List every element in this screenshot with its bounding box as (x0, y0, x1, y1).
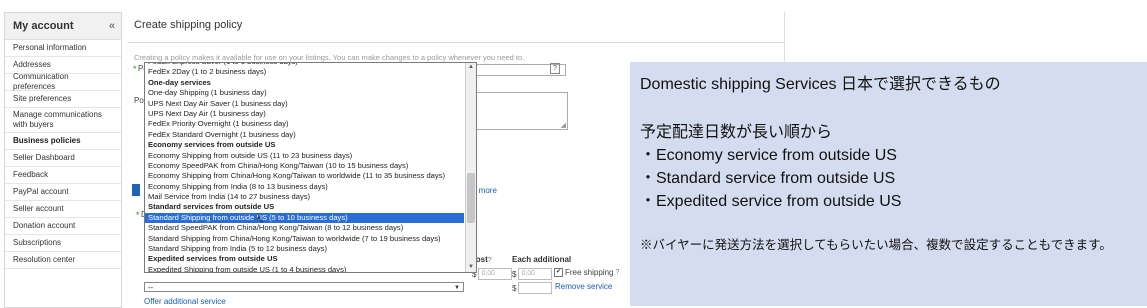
dropdown-option[interactable]: FedEx Priority Overnight (1 business day… (145, 119, 464, 129)
required-star: * (133, 64, 137, 74)
sidebar-item[interactable]: Personal information (5, 40, 121, 57)
dropdown-option[interactable]: FedEx Standard Overnight (1 business day… (145, 130, 464, 140)
dropdown-option[interactable]: Standard Shipping from India (5 to 12 bu… (145, 244, 464, 254)
sidebar-item[interactable]: Subscriptions (5, 235, 121, 252)
dropdown-group-label: Standard services from outside US (148, 202, 275, 212)
annotation-line: ・Standard service from outside US (640, 170, 896, 187)
dropdown-option[interactable]: UPS Next Day Air Saver (1 business day) (145, 99, 464, 109)
sidebar-item[interactable]: Manage communications with buyers (5, 108, 121, 133)
shipping-service-dropdown[interactable]: FedEx Express Saver (1 to 3 business day… (144, 62, 477, 273)
dropdown-option[interactable]: Economy Shipping from India (8 to 13 bus… (145, 182, 464, 192)
info-icon (132, 184, 140, 196)
free-shipping-option[interactable]: ✔ Free shipping ? (554, 268, 619, 277)
service-cost-field[interactable]: $ (512, 282, 553, 294)
free-shipping-checkbox[interactable]: ✔ (554, 268, 563, 277)
dropdown-group-label: Economy services from outside US (148, 140, 276, 150)
resize-handle-icon[interactable]: ◢ (561, 121, 566, 129)
annotation-panel: Domestic shipping Services 日本で選択できるもの 予定… (630, 62, 1147, 306)
dropdown-scrollbar[interactable]: ▲ ▼ (465, 63, 476, 272)
dropdown-option[interactable]: Standard SpeedPAK from China/Hong Kong/T… (145, 223, 464, 233)
sidebar-title: My account (13, 20, 74, 32)
sidebar-header: My account « (5, 13, 121, 40)
cost-field[interactable]: $0.00 (472, 268, 513, 280)
policy-description-textarea[interactable]: ◢ (466, 92, 568, 130)
dropdown-option[interactable]: Expedited Shipping from outside US (1 to… (145, 265, 464, 272)
annotation-line: ・Economy service from outside US (640, 147, 897, 164)
dropdown-option[interactable]: One-day Shipping (1 business day) (145, 88, 464, 98)
dropdown-option[interactable]: Mail Service from India (14 to 27 busine… (145, 192, 464, 202)
page-title: Create shipping policy (134, 19, 243, 31)
dropdown-option[interactable]: Standard Shipping from outside US (5 to … (145, 212, 464, 224)
field-info-icon[interactable]: ? (550, 63, 560, 74)
annotation-line: 予定配達日数が長い順から (640, 124, 833, 141)
description-label: Po (134, 96, 144, 105)
sidebar-item[interactable]: Site preferences (5, 91, 121, 108)
dropdown-option[interactable]: FedEx 2Day (1 to 2 business days) (145, 67, 464, 77)
collapse-icon[interactable]: « (109, 20, 115, 32)
sidebar-item[interactable]: Seller Dashboard (5, 150, 121, 167)
sidebar-item[interactable]: Resolution center (5, 252, 121, 269)
intro-text: Creating a policy makes it available for… (134, 53, 525, 62)
help-icon[interactable]: ? (615, 269, 619, 276)
offer-additional-service-link[interactable]: Offer additional service (144, 297, 226, 306)
account-sidebar: My account « Personal information Address… (4, 12, 122, 308)
dropdown-option[interactable]: UPS Next Day Air (1 business day) (145, 109, 464, 119)
help-icon[interactable]: ? (488, 257, 492, 264)
annotation-title: Domestic shipping Services 日本で選択できるもの (640, 76, 1001, 93)
sidebar-item[interactable]: Feedback (5, 167, 121, 184)
required-star: * (136, 210, 140, 220)
dropdown-arrow-icon[interactable]: ▼ (454, 283, 460, 293)
sidebar-item[interactable]: PayPal account (5, 184, 121, 201)
dropdown-option[interactable]: Economy SpeedPAK from China/Hong Kong/Ta… (145, 161, 464, 171)
sidebar-item[interactable]: Seller account (5, 201, 121, 218)
additional-cost-field[interactable]: $0.00 (512, 268, 553, 280)
dropdown-option[interactable]: Standard Shipping from China/Hong Kong/T… (145, 234, 464, 244)
annotation-line: ・Expedited service from outside US (640, 193, 902, 210)
scrollbar-thumb[interactable] (467, 173, 475, 223)
mouse-cursor-icon: ↖ (256, 215, 265, 226)
dropdown-group-label: One-day services (148, 77, 211, 87)
remove-service-link[interactable]: Remove service (555, 282, 612, 291)
annotation-note: ※バイヤーに発送方法を選択してもらいたい場合、複数で設定することもできます。 (640, 238, 1112, 252)
scroll-down-icon[interactable]: ▼ (466, 263, 476, 272)
sidebar-item[interactable]: Communication preferences (5, 72, 121, 91)
scroll-up-icon[interactable]: ▲ (466, 63, 476, 72)
sidebar-item[interactable]: Business policies (5, 133, 121, 150)
each-additional-header: Each additional (512, 255, 572, 264)
dropdown-option[interactable]: Economy Shipping from outside US (11 to … (145, 151, 464, 161)
title-divider (128, 42, 784, 43)
sidebar-item[interactable]: Donation account (5, 218, 121, 235)
dropdown-option[interactable]: Economy Shipping from China/Hong Kong/Ta… (145, 171, 464, 181)
shipping-service-select[interactable]: -- ▼ (144, 282, 464, 292)
dropdown-group-label: Expedited services from outside US (148, 254, 278, 264)
